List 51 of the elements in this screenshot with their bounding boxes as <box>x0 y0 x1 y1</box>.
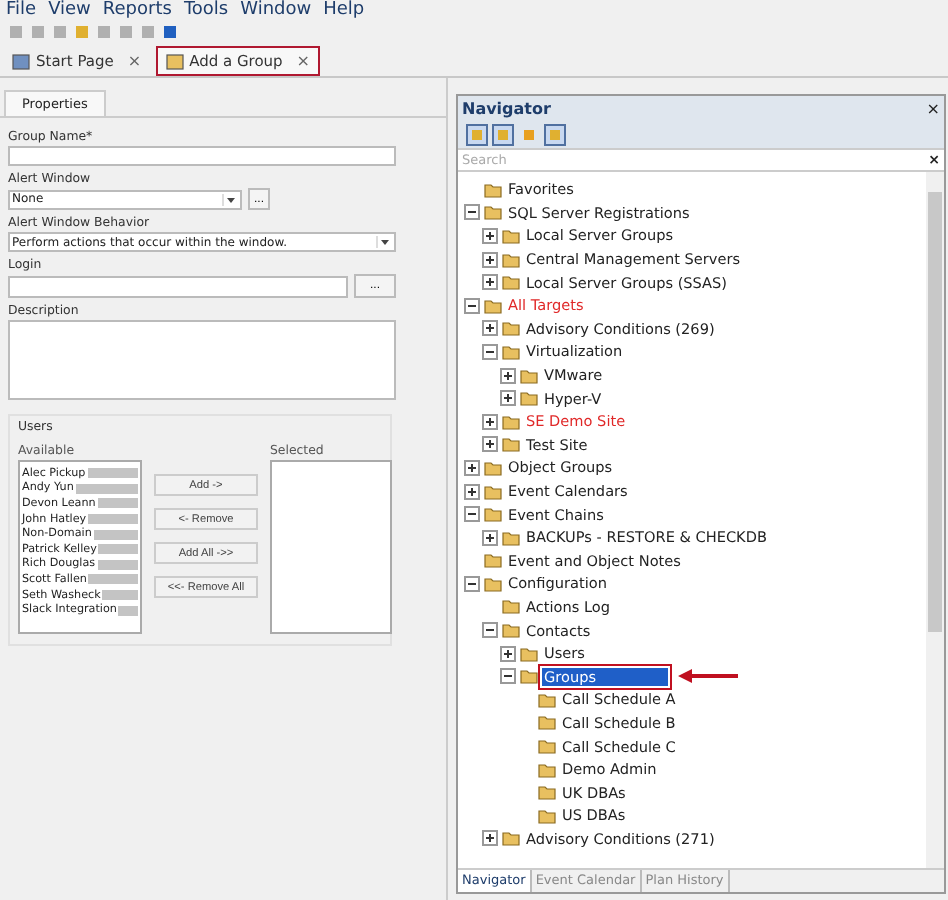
description-field[interactable] <box>8 320 396 400</box>
collapse-icon[interactable] <box>482 622 498 639</box>
toolbar-icon[interactable] <box>544 124 566 146</box>
close-icon[interactable]: × <box>926 100 940 118</box>
close-icon[interactable]: × <box>296 52 310 70</box>
expand-icon[interactable] <box>482 251 498 268</box>
expand-icon[interactable] <box>482 274 498 291</box>
expand-icon[interactable] <box>500 390 516 407</box>
menu-item[interactable]: Help <box>323 0 365 22</box>
annotation-arrow <box>678 668 738 685</box>
panel-title: Navigator <box>462 100 551 118</box>
redaction-bar <box>75 483 138 494</box>
redaction-bar <box>97 498 138 509</box>
collapse-icon[interactable] <box>500 668 516 685</box>
collapse-icon[interactable] <box>482 343 498 360</box>
expand-icon[interactable] <box>482 436 498 453</box>
expand-icon[interactable] <box>500 367 516 384</box>
redaction-bar <box>97 559 138 570</box>
dropdown-caret-icon <box>376 236 392 248</box>
redaction-bar <box>88 514 138 525</box>
toolbar-icon[interactable] <box>492 124 514 146</box>
redaction-bar <box>93 529 138 540</box>
redaction-bar <box>98 544 138 555</box>
menu-item[interactable]: File <box>6 0 37 22</box>
collapse-icon[interactable] <box>464 297 480 314</box>
close-icon[interactable]: × <box>127 52 142 70</box>
expand-icon[interactable] <box>482 830 498 847</box>
expand-icon[interactable] <box>464 483 480 500</box>
collapse-icon[interactable] <box>464 204 480 221</box>
collapse-icon[interactable] <box>464 575 480 592</box>
expand-icon[interactable] <box>482 413 498 430</box>
redaction-bar <box>102 590 138 601</box>
menu-item[interactable]: Window <box>240 0 312 22</box>
expand-icon[interactable] <box>500 645 516 662</box>
menu-item[interactable]: Tools <box>183 0 229 22</box>
page-icon <box>165 53 184 69</box>
menu-item[interactable]: View <box>48 0 91 22</box>
menu-item[interactable]: Reports <box>102 0 172 22</box>
toolbar-icon[interactable] <box>466 124 488 146</box>
redaction-bar <box>88 574 138 585</box>
group-name-field[interactable] <box>8 146 396 166</box>
redaction-bar <box>118 605 138 616</box>
expand-icon[interactable] <box>482 529 498 546</box>
login-field[interactable] <box>8 275 348 297</box>
expand-icon[interactable] <box>482 320 498 337</box>
expand-icon[interactable] <box>464 459 480 476</box>
page-icon <box>12 53 30 69</box>
dropdown-caret-icon <box>222 193 238 205</box>
expand-icon[interactable] <box>482 227 498 244</box>
collapse-icon[interactable] <box>464 506 480 523</box>
redaction-bar <box>87 468 138 479</box>
